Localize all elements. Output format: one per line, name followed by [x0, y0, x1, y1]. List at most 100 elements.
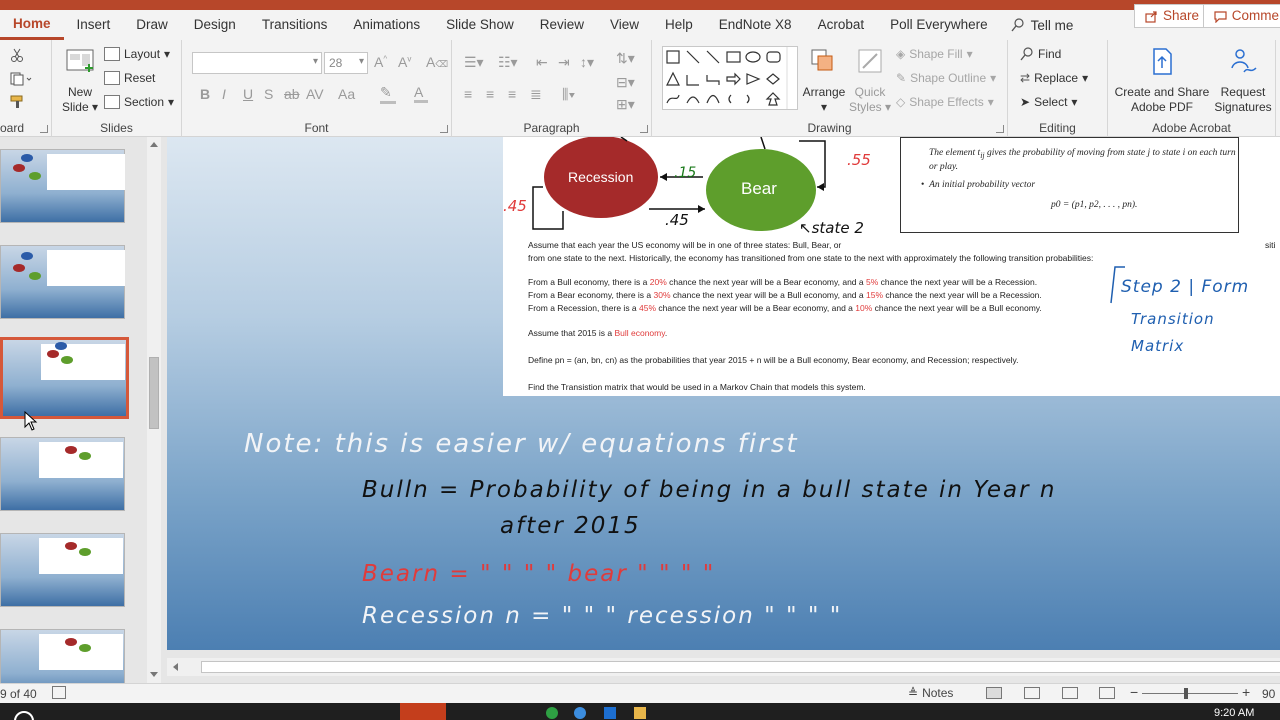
new-slide-button[interactable]: New Slide ▾ [60, 46, 100, 115]
folder-taskbar-icon[interactable] [634, 707, 646, 719]
font-size-box[interactable]: 28 ▾ [324, 52, 368, 74]
zoom-slider[interactable] [1142, 693, 1238, 694]
app-taskbar-icon[interactable] [574, 707, 586, 719]
cut-button[interactable] [10, 48, 24, 62]
horizontal-scrollbar-thumb[interactable] [201, 661, 1280, 673]
tab-draw[interactable]: Draw [123, 10, 181, 40]
outlook-taskbar-icon[interactable] [604, 707, 616, 719]
drawing-launcher[interactable] [996, 125, 1004, 133]
slide-thumbnail[interactable] [0, 533, 125, 607]
slide-thumbnail[interactable] [0, 629, 125, 683]
notes-button[interactable]: ≜ Notes [908, 686, 953, 700]
bullets-icon[interactable]: ☰▾ [464, 54, 484, 71]
clipboard-launcher[interactable] [40, 125, 48, 133]
tab-slide-show[interactable]: Slide Show [433, 10, 527, 40]
clear-formatting-icon[interactable]: A⌫ [426, 54, 448, 70]
align-right-icon[interactable]: ≡ [508, 86, 516, 102]
state-annotation: ↖state 2 [799, 219, 864, 237]
tab-insert[interactable]: Insert [64, 10, 124, 40]
bull-equation: Bulln = Probability of being in a bull s… [362, 477, 1057, 503]
shape-fill-button[interactable]: ◈ Shape Fill ▾ [896, 47, 973, 61]
slide-canvas[interactable]: Recession Bear .15 .55 .45 .45 ↖state 2 … [161, 137, 1280, 650]
tab-review[interactable]: Review [527, 10, 597, 40]
decrease-indent-icon[interactable]: ⇤ [536, 54, 548, 71]
zoom-in-icon[interactable]: + [1242, 684, 1250, 700]
section-button[interactable]: Section ▾ [104, 95, 174, 109]
slide-thumbnail-selected[interactable] [0, 337, 129, 419]
reset-button[interactable]: Reset [104, 71, 155, 85]
font-launcher[interactable] [440, 125, 448, 133]
current-slide[interactable]: Recession Bear .15 .55 .45 .45 ↖state 2 … [167, 137, 1280, 650]
request-signatures-button[interactable]: Request Signatures [1212, 46, 1274, 115]
shadow-icon[interactable]: S [264, 86, 273, 102]
tab-transitions[interactable]: Transitions [249, 10, 341, 40]
layout-button[interactable]: Layout ▾ [104, 47, 170, 61]
tab-help[interactable]: Help [652, 10, 706, 40]
shrink-font-icon[interactable]: Av [398, 54, 411, 70]
increase-indent-icon[interactable]: ⇥ [558, 54, 570, 71]
powerpoint-taskbar-icon[interactable] [400, 703, 446, 720]
select-button[interactable]: ➤ Select ▾ [1020, 95, 1077, 109]
slide-sorter-icon[interactable] [1024, 687, 1040, 699]
change-case-icon[interactable]: Aa [338, 86, 355, 102]
copy-button[interactable] [10, 72, 32, 86]
normal-view-icon[interactable] [986, 687, 1002, 699]
numbering-icon[interactable]: ☷▾ [498, 54, 518, 71]
slide-thumbnail[interactable] [0, 437, 125, 511]
font-color-icon[interactable]: A [414, 84, 428, 103]
scroll-up-icon[interactable] [150, 142, 158, 147]
quick-styles-button[interactable]: Quick Styles ▾ [848, 46, 892, 115]
align-text-icon[interactable]: ⊟▾ [616, 74, 635, 91]
line-spacing-icon[interactable]: ↕▾ [580, 54, 594, 71]
share-button[interactable]: Share [1133, 4, 1210, 28]
bold-icon[interactable]: B [200, 86, 210, 102]
search-circle-icon[interactable] [14, 711, 34, 720]
align-center-icon[interactable]: ≡ [486, 86, 494, 102]
justify-icon[interactable]: ≣ [530, 86, 542, 103]
italic-icon[interactable]: I [222, 86, 226, 102]
section-icon [104, 95, 120, 109]
tab-home[interactable]: Home [0, 10, 64, 40]
shapes-gallery[interactable] [662, 46, 798, 110]
tab-view[interactable]: View [597, 10, 652, 40]
arrange-button[interactable]: Arrange ▾ [802, 46, 846, 115]
align-left-icon[interactable]: ≡ [464, 86, 472, 102]
smartart-icon[interactable]: ⊞▾ [616, 96, 635, 113]
slideshow-icon[interactable] [1099, 687, 1115, 699]
shape-effects-button[interactable]: ◇ Shape Effects ▾ [896, 95, 994, 109]
accessibility-icon[interactable] [52, 686, 66, 699]
scroll-left-icon[interactable] [173, 663, 178, 671]
tab-poll-everywhere[interactable]: Poll Everywhere [877, 10, 1001, 40]
tab-design[interactable]: Design [181, 10, 249, 40]
reading-view-icon[interactable] [1062, 687, 1078, 699]
zoom-slider-thumb[interactable] [1184, 688, 1188, 699]
find-button[interactable]: Find [1020, 47, 1061, 61]
character-spacing-icon[interactable]: AV [306, 86, 324, 102]
horizontal-scrollbar[interactable] [167, 658, 1280, 676]
tab-animations[interactable]: Animations [340, 10, 433, 40]
columns-icon[interactable]: ⫼▾ [562, 86, 575, 103]
scroll-down-icon[interactable] [150, 672, 158, 677]
thumbnail-scrollbar[interactable] [147, 137, 161, 683]
zoom-out-icon[interactable]: − [1130, 684, 1138, 700]
create-share-pdf-button[interactable]: Create and Share Adobe PDF [1114, 46, 1210, 115]
strikethrough-icon[interactable]: ab [284, 86, 300, 102]
grow-font-icon[interactable]: A^ [374, 54, 387, 70]
replace-button[interactable]: ⇄ Replace ▾ [1020, 71, 1088, 85]
tab-endnote-x8[interactable]: EndNote X8 [706, 10, 805, 40]
scrollbar-thumb[interactable] [149, 357, 159, 429]
comments-button[interactable]: Comme [1202, 4, 1280, 28]
paragraph-launcher[interactable] [640, 125, 648, 133]
chrome-taskbar-icon[interactable] [546, 707, 558, 719]
format-painter-button[interactable] [10, 95, 26, 109]
shape-outline-button[interactable]: ✎ Shape Outline ▾ [896, 71, 996, 85]
underline-icon[interactable]: U [243, 86, 253, 102]
font-name-box[interactable]: ▾ [192, 52, 322, 74]
highlighter-icon[interactable]: ✎ [380, 84, 396, 104]
slide-thumbnail[interactable] [0, 245, 125, 319]
zoom-level[interactable]: 90 [1262, 687, 1275, 701]
text-direction-icon[interactable]: ⇅▾ [616, 50, 635, 67]
slide-thumbnail[interactable] [0, 149, 125, 223]
tab-acrobat[interactable]: Acrobat [805, 10, 878, 40]
tell-me-search[interactable]: Tell me [1001, 10, 1084, 40]
